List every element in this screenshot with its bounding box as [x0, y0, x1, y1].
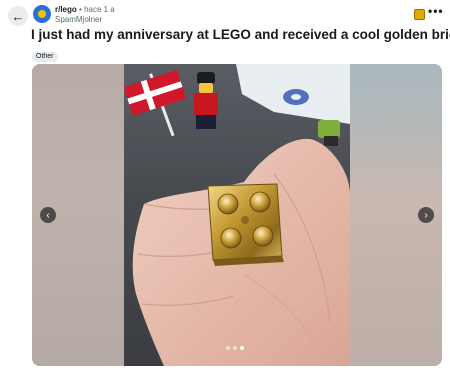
- pagination-dot[interactable]: [226, 346, 230, 350]
- gallery-prev-button[interactable]: ‹: [40, 207, 56, 223]
- gallery-photo: [124, 64, 350, 366]
- post-flair[interactable]: Other: [32, 52, 58, 62]
- pagination-dot[interactable]: [233, 346, 237, 350]
- award-icon[interactable]: [414, 9, 425, 20]
- golden-brick: [207, 183, 284, 266]
- meta-separator: •: [79, 5, 82, 14]
- back-button[interactable]: ←: [8, 6, 28, 26]
- pagination-dot[interactable]: [240, 346, 244, 350]
- chevron-right-icon: ›: [424, 209, 428, 221]
- gallery-pagination-dots: [226, 346, 244, 350]
- chevron-left-icon: ‹: [46, 209, 50, 221]
- gallery-next-button[interactable]: ›: [418, 207, 434, 223]
- post-age: hace 1 a: [84, 5, 115, 14]
- arrow-left-icon: ←: [11, 8, 25, 24]
- subreddit-avatar[interactable]: [33, 5, 51, 23]
- more-options-button[interactable]: •••: [428, 4, 444, 18]
- post-meta: r/lego • hace 1 a: [55, 5, 115, 15]
- image-gallery[interactable]: [32, 64, 442, 366]
- golden-brick-photo: [124, 64, 350, 366]
- post-title: I just had my anniversary at LEGO and re…: [31, 27, 450, 42]
- author-link[interactable]: SpamMjolner: [55, 15, 102, 25]
- subreddit-link[interactable]: r/lego: [55, 5, 77, 14]
